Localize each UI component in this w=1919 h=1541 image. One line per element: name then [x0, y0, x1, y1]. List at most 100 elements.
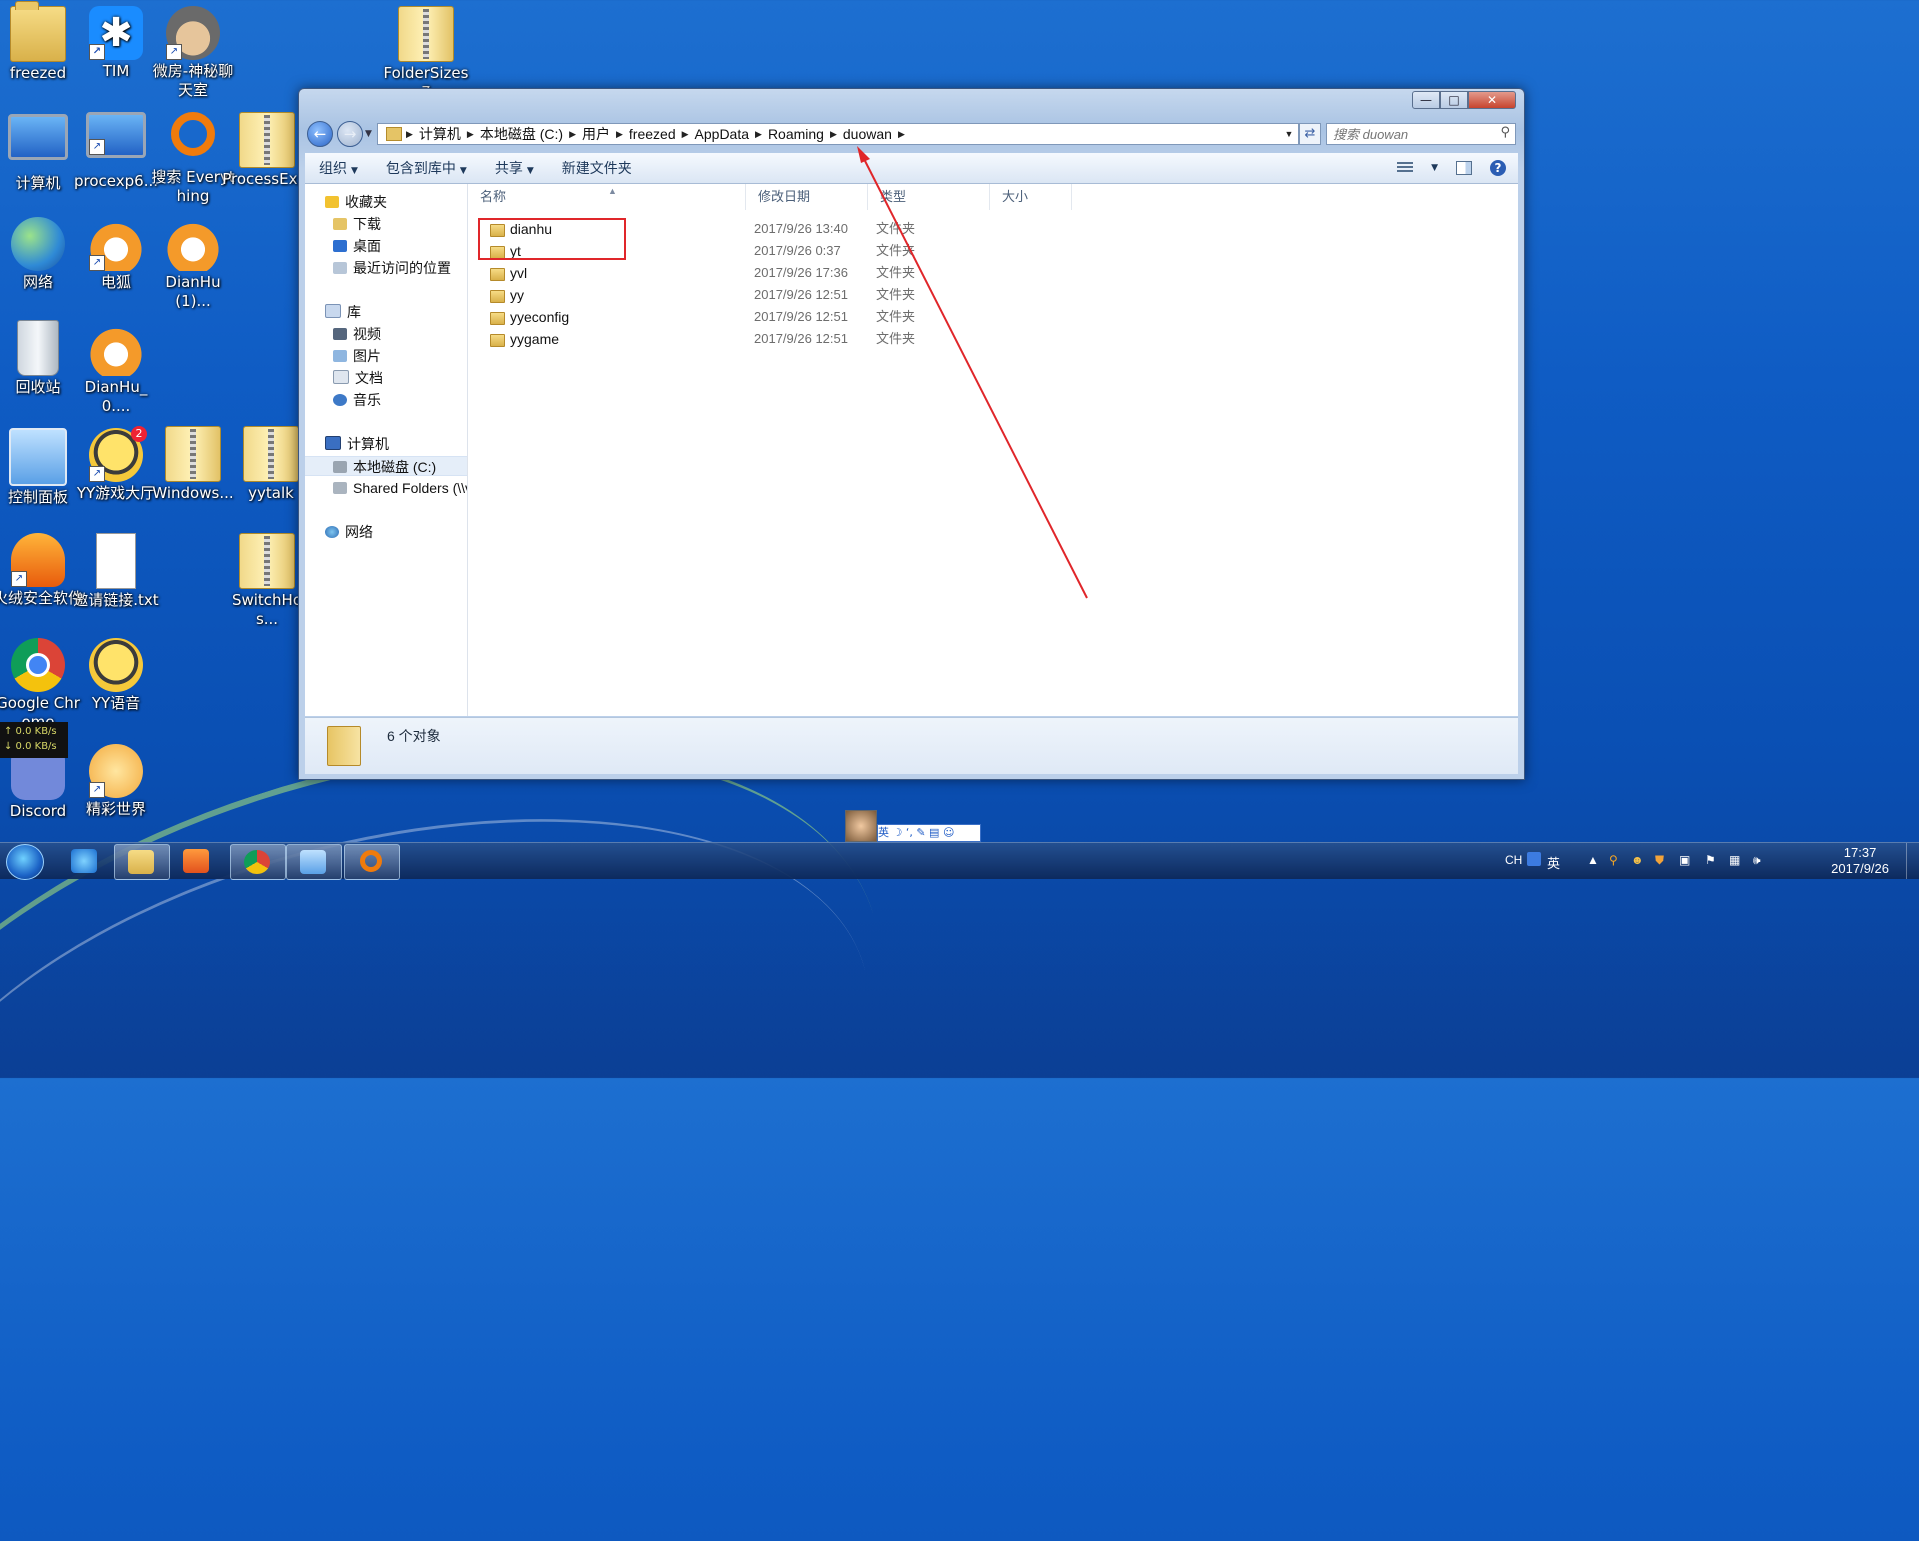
back-button[interactable]: ←	[307, 121, 333, 147]
nav-network[interactable]: 网络	[325, 522, 373, 542]
taskbar-chrome[interactable]	[230, 844, 286, 880]
search-box[interactable]: ⚲	[1326, 123, 1516, 145]
taskbar-ie[interactable]	[58, 844, 112, 878]
file-list: ▲ 名称 修改日期 类型 大小 dianhu 2017/9/26 13:40 文…	[468, 184, 1518, 716]
share-menu[interactable]: 共享 ▼	[481, 158, 548, 178]
file-row-yyeconfig[interactable]: yyeconfig 2017/9/26 12:51 文件夹	[468, 306, 1068, 328]
downloads-folder-icon	[333, 218, 347, 230]
chevron-down-icon: ▼	[459, 166, 467, 176]
nav-music[interactable]: 音乐	[333, 390, 381, 410]
desktop-icon-dianhu-0[interactable]: DianHu_0....	[71, 322, 161, 416]
column-header-type[interactable]: 类型	[868, 184, 990, 210]
include-in-library-menu[interactable]: 包含到库中 ▼	[372, 158, 481, 178]
breadcrumb-roaming[interactable]: Roaming	[762, 126, 830, 142]
chevron-right-icon[interactable]: ▶	[898, 129, 905, 140]
text-file-icon	[96, 533, 136, 589]
view-dropdown-icon[interactable]: ▼	[1431, 163, 1438, 173]
nav-shared-folders[interactable]: Shared Folders (\\v	[333, 478, 467, 498]
breadcrumb-appdata[interactable]: AppData	[689, 126, 755, 142]
desktop-icon-dianhu-installer[interactable]: DianHu(1)...	[148, 217, 238, 311]
new-folder-button[interactable]: 新建文件夹	[548, 158, 646, 178]
nav-recent-places[interactable]: 最近访问的位置	[333, 258, 451, 278]
taskbar-control-panel[interactable]	[286, 844, 342, 880]
network-drive-icon	[333, 482, 347, 494]
forward-button[interactable]: →	[337, 121, 363, 147]
desktop-icon-music-world[interactable]: ↗ 精彩世界	[71, 744, 161, 819]
volume-icon[interactable]: 🕪	[1753, 853, 1761, 868]
search-input[interactable]	[1327, 124, 1495, 144]
yy-tray-icon[interactable]: ☻	[1631, 853, 1644, 867]
monitor-tray-icon[interactable]: ▣	[1679, 853, 1690, 867]
chevron-right-icon[interactable]: ▶	[406, 129, 413, 140]
close-button[interactable]: ✕	[1468, 91, 1516, 109]
nav-favorites[interactable]: 收藏夹	[325, 192, 387, 212]
huorong-shield-icon[interactable]: ⛊	[1655, 853, 1664, 868]
ie-icon	[71, 849, 97, 873]
ime-mode-indicator[interactable]: 英	[1547, 853, 1560, 872]
column-header-size[interactable]: 大小	[990, 184, 1072, 210]
nav-documents[interactable]: 文档	[333, 368, 383, 388]
refresh-button[interactable]: ⇄	[1299, 123, 1321, 145]
folder-icon	[490, 268, 505, 281]
download-speed: ↓ 0.0 KB/s	[4, 741, 57, 752]
minimize-button[interactable]: —	[1412, 91, 1440, 109]
start-button[interactable]	[6, 844, 44, 880]
clock[interactable]: 17:37 2017/9/26	[1831, 845, 1889, 877]
search-icon[interactable]: ⚲	[1500, 125, 1510, 140]
ime-toolbar[interactable]: 英 ☽ ‘, ✎ ▤ ☺	[845, 810, 981, 842]
taskbar-everything[interactable]	[344, 844, 400, 880]
breadcrumb-users[interactable]: 用户	[576, 124, 616, 144]
desktop-icon-yy-voice[interactable]: YY语音	[71, 638, 161, 713]
command-bar: 组织 ▼ 包含到库中 ▼ 共享 ▼ 新建文件夹 ▼ ?	[305, 153, 1518, 184]
help-icon[interactable]: ?	[1490, 160, 1506, 176]
nav-pictures[interactable]: 图片	[333, 346, 381, 366]
nav-computer[interactable]: 计算机	[325, 434, 389, 454]
folder-icon	[490, 312, 505, 325]
column-header-modified[interactable]: 修改日期	[746, 184, 868, 210]
chevron-right-icon[interactable]: ▶	[616, 129, 623, 140]
show-hidden-icons-icon[interactable]: ▲	[1587, 853, 1599, 867]
nav-libraries[interactable]: 库	[325, 302, 361, 322]
taskbar-explorer[interactable]	[114, 844, 170, 880]
preview-pane-icon[interactable]	[1456, 161, 1472, 175]
chevron-right-icon[interactable]: ▶	[830, 129, 837, 140]
network-tray-icon[interactable]: ▦	[1729, 853, 1740, 867]
desktop-icon-invite-link[interactable]: 邀请链接.txt	[71, 533, 161, 610]
change-view-icon[interactable]	[1397, 162, 1414, 174]
action-center-flag-icon[interactable]: ⚑	[1705, 853, 1716, 867]
taskbar-media-player[interactable]	[170, 844, 224, 878]
nav-videos[interactable]: 视频	[333, 324, 381, 344]
breadcrumb-duowan[interactable]: duowan	[837, 126, 898, 142]
chevron-right-icon[interactable]: ▶	[755, 129, 762, 140]
network-icon	[11, 217, 65, 271]
everything-tray-icon[interactable]: ⚲	[1609, 853, 1618, 867]
yy-voice-icon	[89, 638, 143, 692]
fox-icon	[166, 217, 220, 271]
chevron-right-icon[interactable]: ▶	[569, 129, 576, 140]
address-bar[interactable]: ▶ 计算机 ▶ 本地磁盘 (C:) ▶ 用户 ▶ freezed ▶ AppDa…	[377, 123, 1299, 145]
chevron-right-icon[interactable]: ▶	[682, 129, 689, 140]
address-dropdown-icon[interactable]: ▼	[1280, 129, 1298, 139]
recent-pages-dropdown[interactable]: ▼	[365, 129, 372, 139]
language-indicator[interactable]: CH	[1505, 853, 1522, 867]
chevron-right-icon[interactable]: ▶	[467, 129, 474, 140]
breadcrumb-computer[interactable]: 计算机	[413, 124, 467, 144]
zip-folder-icon	[398, 6, 454, 62]
file-row-yvl[interactable]: yvl 2017/9/26 17:36 文件夹	[468, 262, 1068, 284]
ime-logo-icon[interactable]	[1527, 852, 1541, 866]
breadcrumb-freezed[interactable]: freezed	[623, 126, 682, 142]
column-header-name[interactable]: ▲ 名称	[468, 184, 746, 210]
desktop-icon-windows[interactable]: Windows...	[148, 426, 238, 503]
maximize-button[interactable]: □	[1440, 91, 1468, 109]
nav-desktop[interactable]: 桌面	[333, 236, 381, 256]
nav-local-disk[interactable]: 本地磁盘 (C:)	[305, 456, 467, 476]
organize-menu[interactable]: 组织 ▼	[305, 158, 372, 178]
show-desktop-button[interactable]	[1906, 843, 1919, 879]
user-folder-icon	[10, 1, 66, 62]
desktop-icon-spy-chat[interactable]: ↗ 微房-神秘聊天室	[148, 6, 238, 100]
file-row-yygame[interactable]: yygame 2017/9/26 12:51 文件夹	[468, 328, 1068, 350]
nav-downloads[interactable]: 下载	[333, 214, 381, 234]
ime-status-bar[interactable]: 英 ☽ ‘, ✎ ▤ ☺	[877, 824, 981, 842]
file-row-yy[interactable]: yy 2017/9/26 12:51 文件夹	[468, 284, 1068, 306]
breadcrumb-local-disk[interactable]: 本地磁盘 (C:)	[474, 124, 569, 144]
